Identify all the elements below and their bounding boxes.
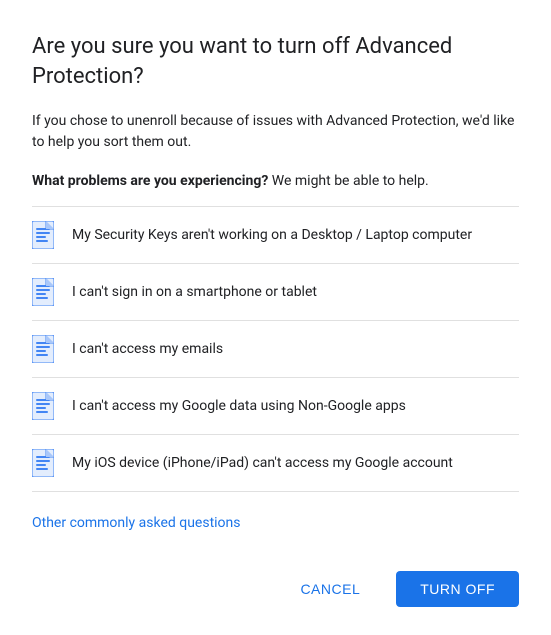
cancel-button[interactable]: CANCEL [276,571,384,607]
list-item[interactable]: I can't sign in on a smartphone or table… [32,264,519,321]
document-icon [32,335,56,363]
dialog-container: Are you sure you want to turn off Advanc… [0,0,551,635]
list-item-text: I can't access my Google data using Non-… [72,397,406,417]
question-bold: What problems are you experiencing? [32,173,268,189]
document-icon [32,278,56,306]
dialog-subtitle: If you chose to unenroll because of issu… [32,111,519,153]
turnoff-button[interactable]: TURN OFF [396,571,519,607]
list-item[interactable]: My iOS device (iPhone/iPad) can't access… [32,435,519,492]
help-items-list: My Security Keys aren't working on a Des… [32,206,519,497]
dialog-question: What problems are you experiencing? We m… [32,171,519,192]
other-questions-link[interactable]: Other commonly asked questions [32,515,519,531]
dialog-footer: CANCEL TURN OFF [32,571,519,607]
document-icon [32,221,56,249]
question-rest: We might be able to help. [268,173,428,189]
list-item-text: I can't access my emails [72,340,223,360]
list-item[interactable]: I can't access my emails [32,321,519,378]
list-item-text: My iOS device (iPhone/iPad) can't access… [72,454,453,474]
document-icon [32,392,56,420]
list-item[interactable]: My Security Keys aren't working on a Des… [32,206,519,264]
list-item-text: My Security Keys aren't working on a Des… [72,226,472,246]
document-icon [32,449,56,477]
list-item-text: I can't sign in on a smartphone or table… [72,283,317,303]
dialog-title: Are you sure you want to turn off Advanc… [32,32,519,91]
list-item[interactable]: I can't access my Google data using Non-… [32,378,519,435]
